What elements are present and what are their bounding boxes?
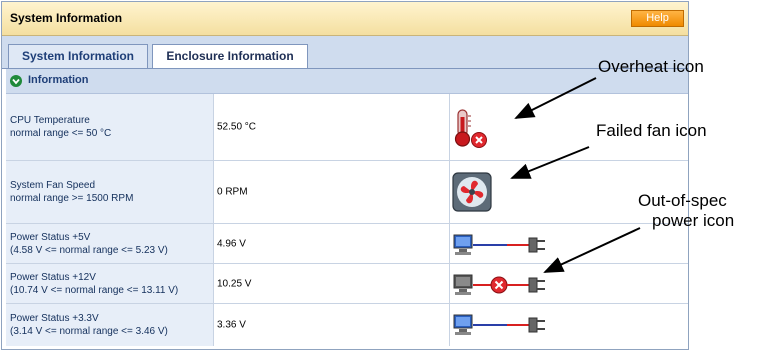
out-of-spec-callout-line1: Out-of-spec	[638, 191, 727, 210]
out-of-spec-callout-line2: power icon	[652, 211, 735, 230]
callout-arrows	[510, 77, 641, 273]
overheat-callout: Overheat icon	[598, 57, 704, 76]
failed-fan-callout: Failed fan icon	[596, 121, 707, 140]
out-of-spec-arrow	[543, 227, 641, 273]
failed-fan-arrow	[510, 146, 590, 179]
overheat-arrow	[514, 77, 597, 119]
